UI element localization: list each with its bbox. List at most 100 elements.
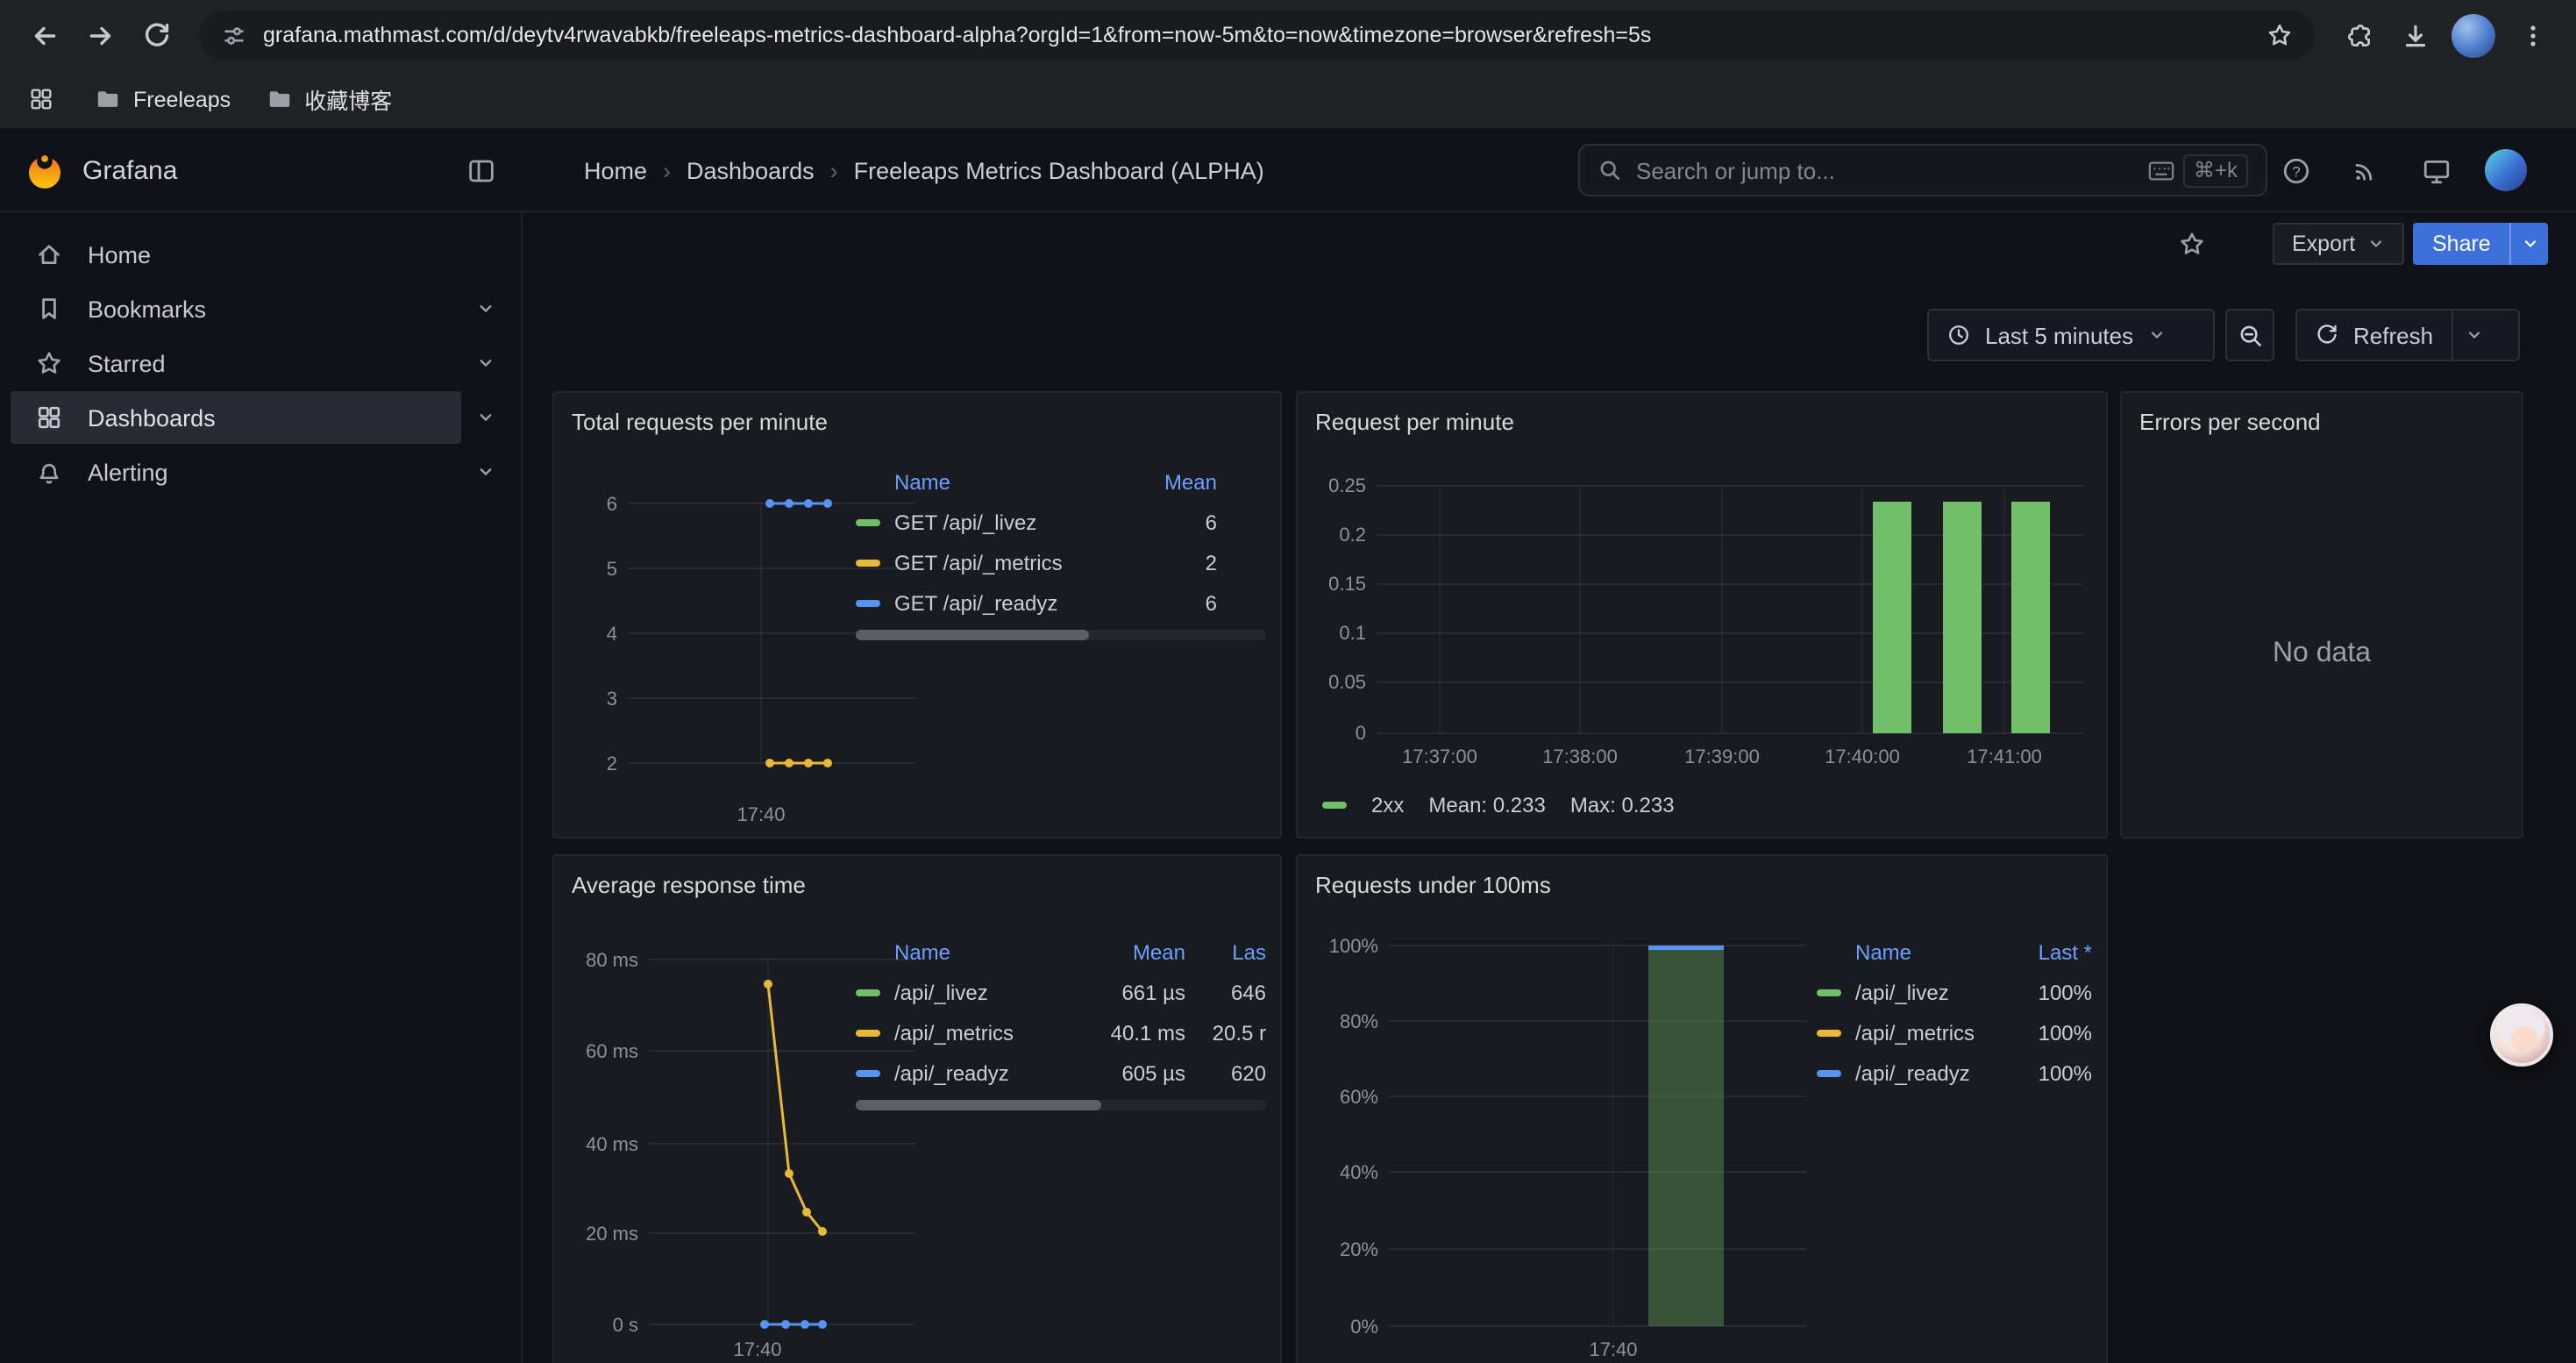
series-name[interactable]: GET /api/_livez (894, 510, 1112, 534)
browser-chrome: grafana.mathmast.com/d/deytv4rwavabkb/fr… (0, 0, 2576, 128)
chevron-down-icon (2147, 326, 2165, 344)
favorite-star-icon[interactable] (2169, 223, 2215, 265)
legend-header-name[interactable]: Name (1817, 940, 2001, 965)
x-tick: 17:38:00 (1542, 746, 1618, 767)
panel-title[interactable]: Errors per second (2122, 393, 2522, 435)
url-bar[interactable]: grafana.mathmast.com/d/deytv4rwavabkb/fr… (200, 11, 2315, 60)
breadcrumb-separator: › (830, 157, 838, 183)
series-swatch (856, 988, 880, 995)
user-avatar[interactable] (2485, 149, 2527, 191)
legend-header-mean[interactable]: Mean (1112, 470, 1217, 495)
monitor-icon[interactable] (2415, 149, 2457, 191)
export-button[interactable]: Export (2273, 223, 2404, 265)
sidebar-collapse-icon[interactable] (459, 149, 502, 191)
sidebar-bookmarks-expand[interactable] (461, 282, 510, 335)
legend-row[interactable]: /api/_readyz 100% (1817, 1053, 2092, 1093)
series-name[interactable]: /api/_readyz (1855, 1060, 2001, 1085)
news-rss-icon[interactable] (2345, 149, 2387, 191)
sidebar-item-dashboards-button[interactable]: Dashboards (11, 391, 461, 444)
panel-title[interactable]: Requests under 100ms (1298, 856, 2106, 898)
panel-avg-response-time: Average response time 80 ms 60 ms 40 ms … (552, 854, 1282, 1363)
apps-grid-icon[interactable] (21, 80, 60, 118)
sidebar-alerting-expand[interactable] (461, 446, 510, 498)
tune-icon (221, 22, 247, 48)
series-mean: 6 (1112, 510, 1217, 534)
sidebar-item-home-button[interactable]: Home (11, 228, 461, 281)
avatar-face (2511, 1026, 2537, 1051)
bookmark-freeleaps[interactable]: Freeleaps (95, 86, 231, 112)
legend-row[interactable]: /api/_readyz 605 µs 620 (856, 1053, 1266, 1093)
extensions-puzzle-icon[interactable] (2332, 9, 2385, 61)
panel-title[interactable]: Request per minute (1298, 393, 2106, 435)
legend-row[interactable]: /api/_livez 661 µs 646 (856, 972, 1266, 1012)
breadcrumb-home[interactable]: Home (584, 157, 647, 183)
x-tick: 17:40 (733, 1338, 781, 1360)
bookmark-star-icon[interactable] (2266, 21, 2294, 49)
zoom-out-time-button[interactable] (2225, 309, 2274, 361)
series-name[interactable]: 2xx (1371, 793, 1404, 817)
legend-scrollbar[interactable] (856, 1100, 1266, 1110)
back-icon[interactable] (18, 9, 70, 61)
series-name[interactable]: /api/_livez (1855, 980, 2001, 1004)
series-name[interactable]: GET /api/_metrics (894, 550, 1112, 574)
series-swatch (1322, 802, 1347, 809)
help-icon[interactable]: ? (2274, 149, 2316, 191)
browser-profile-avatar[interactable] (2451, 13, 2495, 57)
share-menu-toggle[interactable] (2510, 223, 2549, 265)
no-data-message: No data (2122, 639, 2522, 670)
legend-row[interactable]: /api/_metrics 40.1 ms 20.5 r (856, 1012, 1266, 1053)
series-name[interactable]: /api/_metrics (1855, 1020, 2001, 1045)
sidebar-item-bookmarks-button[interactable]: Bookmarks (11, 282, 461, 335)
legend-row[interactable]: /api/_metrics 100% (1817, 1012, 2092, 1053)
sidebar-starred-expand[interactable] (461, 337, 510, 389)
panel-title[interactable]: Total requests per minute (554, 393, 1280, 435)
y-tick: 0.15 (1328, 573, 1366, 595)
bar-2xx[interactable] (1943, 502, 1982, 733)
legend-row[interactable]: /api/_livez 100% (1817, 972, 2092, 1012)
share-button[interactable]: Share (2413, 223, 2549, 265)
series-name[interactable]: GET /api/_readyz (894, 590, 1112, 615)
legend-header-last[interactable]: Last * (2001, 940, 2092, 965)
legend-row[interactable]: GET /api/_livez 6 (856, 502, 1266, 542)
downloads-icon[interactable] (2388, 9, 2441, 61)
time-range-picker[interactable]: Last 5 minutes (1927, 309, 2215, 361)
url-text[interactable]: grafana.mathmast.com/d/deytv4rwavabkb/fr… (263, 23, 2250, 47)
browser-toolbar: grafana.mathmast.com/d/deytv4rwavabkb/fr… (0, 0, 2576, 70)
chrome-menu-icon[interactable] (2506, 9, 2558, 61)
bar-2xx[interactable] (2011, 502, 2050, 733)
legend-row[interactable]: GET /api/_metrics 2 (856, 542, 1266, 582)
legend-header-name[interactable]: Name (856, 940, 1080, 965)
reload-icon[interactable] (130, 9, 182, 61)
sidebar-dashboards-expand[interactable] (461, 391, 510, 444)
refresh-interval-toggle[interactable] (2451, 310, 2496, 360)
sidebar-item-label: Bookmarks (88, 296, 206, 322)
series-name[interactable]: /api/_readyz (894, 1060, 1080, 1085)
legend-header-mean[interactable]: Mean (1080, 940, 1185, 965)
bar-2xx[interactable] (1873, 502, 1911, 733)
x-tick: 17:39:00 (1684, 746, 1760, 767)
floating-assistant-avatar[interactable] (2490, 1003, 2553, 1067)
series-name[interactable]: /api/_livez (894, 980, 1080, 1004)
grafana-brand[interactable]: Grafana (25, 128, 177, 212)
series-name[interactable]: /api/_metrics (894, 1020, 1080, 1045)
series-swatch (856, 1029, 880, 1036)
series-last: 100% (2001, 1060, 2092, 1085)
series-mean: 6 (1112, 590, 1217, 615)
forward-icon[interactable] (74, 9, 126, 61)
bar-100pct[interactable] (1648, 949, 1724, 1326)
legend-header-name[interactable]: Name (856, 470, 1112, 495)
breadcrumb-separator: › (663, 157, 671, 183)
sidebar-item-alerting-button[interactable]: Alerting (11, 446, 461, 498)
sidebar-item-label: Dashboards (88, 404, 216, 431)
series-mean: Mean: 0.233 (1428, 793, 1545, 817)
search-input[interactable]: Search or jump to... ⌘+k (1578, 144, 2267, 196)
sidebar-item-starred-button[interactable]: Starred (11, 337, 461, 389)
bookmark-blog[interactable]: 收藏博客 (266, 82, 392, 116)
legend-scrollbar[interactable] (856, 630, 1266, 640)
refresh-button[interactable]: Refresh (2295, 309, 2520, 361)
legend-row[interactable]: GET /api/_readyz 6 (856, 582, 1266, 623)
series-mean: 2 (1112, 550, 1217, 574)
panel-title[interactable]: Average response time (554, 856, 1280, 898)
breadcrumb-dashboards[interactable]: Dashboards (687, 157, 815, 183)
legend-header-last[interactable]: Las (1185, 940, 1266, 965)
